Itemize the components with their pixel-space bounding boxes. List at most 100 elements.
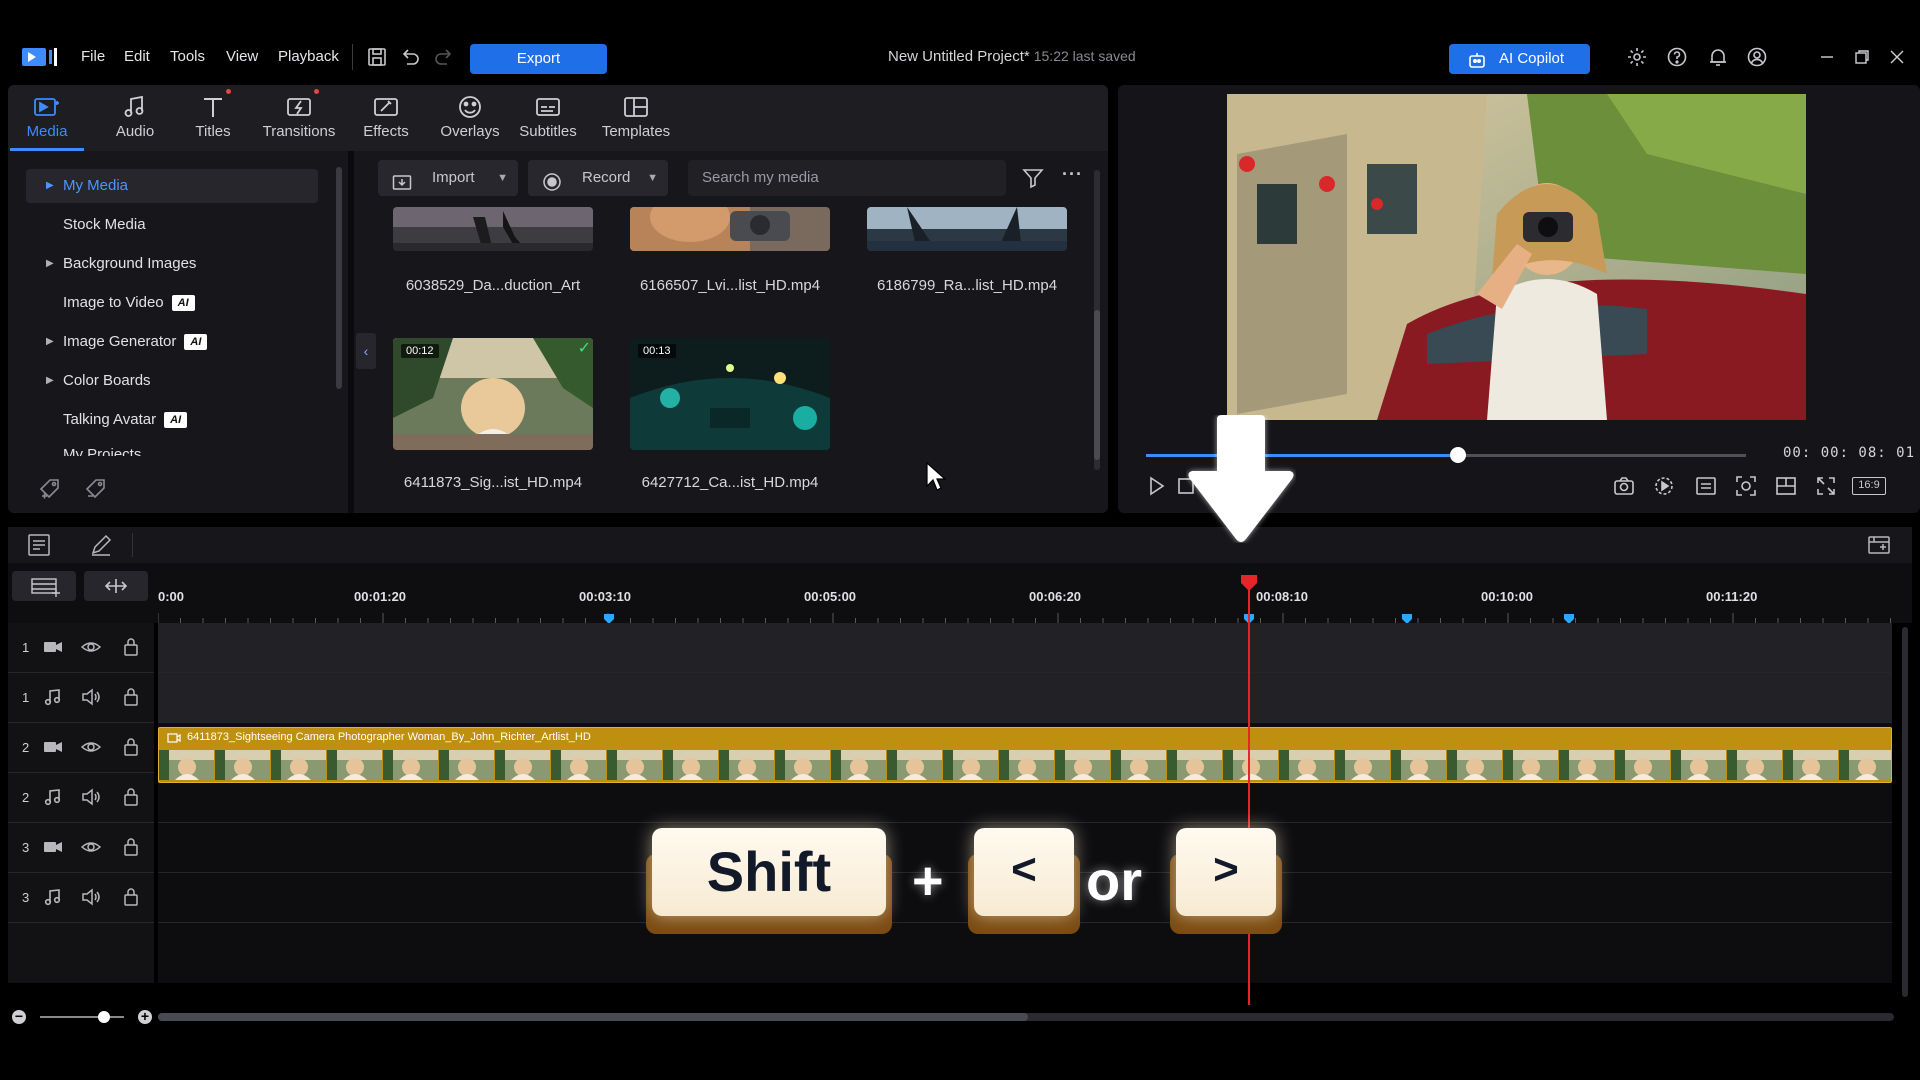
volume-speaker-icon[interactable] [80, 687, 102, 707]
tab-audio[interactable]: Audio [100, 85, 170, 151]
sidebar-item-color-boards[interactable]: ▶ Color Boards [26, 364, 318, 398]
tab-transitions[interactable]: Transitions [256, 85, 342, 151]
last-saved-text: 15:22 last saved [1033, 48, 1136, 64]
expand-arrow-icon: ▶ [46, 375, 54, 386]
tab-overlays[interactable]: Overlays [432, 85, 508, 151]
volume-speaker-icon[interactable] [80, 887, 102, 907]
tab-templates[interactable]: Templates [592, 85, 680, 151]
sidebar-item-background-images[interactable]: ▶ Background Images [26, 247, 318, 281]
media-thumbnail[interactable]: 00:13 [630, 338, 830, 450]
minimize-icon[interactable] [1818, 48, 1836, 66]
visibility-eye-icon[interactable] [80, 737, 102, 757]
close-icon[interactable] [1888, 48, 1906, 66]
sidebar-item-image-to-video[interactable]: Image to Video AI [26, 286, 318, 320]
track-number: 3 [22, 840, 30, 855]
sidebar-item-my-projects[interactable]: My Projects [26, 442, 318, 456]
notification-bell-icon[interactable] [1707, 46, 1729, 68]
scrollbar-thumb[interactable] [1094, 310, 1100, 460]
track-lock-icon[interactable] [120, 637, 142, 657]
track-lock-icon[interactable] [120, 787, 142, 807]
new-badge-dot [314, 89, 319, 94]
subtitle-toggle-icon[interactable] [1694, 474, 1718, 498]
tab-media[interactable]: Media [10, 85, 84, 151]
media-thumbnail[interactable] [393, 207, 593, 251]
media-thumbnail[interactable] [630, 207, 830, 251]
aspect-ratio-button[interactable]: 16:9 [1852, 477, 1886, 495]
scrollbar-thumb[interactable] [158, 1013, 1028, 1021]
menu-tools[interactable]: Tools [170, 48, 205, 65]
timeline-zoom-slider[interactable] [40, 1011, 124, 1023]
track-header-audio-1: 1 [8, 673, 154, 723]
tab-effects[interactable]: Effects [352, 85, 420, 151]
settings-gear-icon[interactable] [1626, 46, 1648, 68]
import-label: Import [432, 169, 475, 186]
timeline-ruler[interactable]: 0:00 00:01:20 00:03:10 00:05:00 00:06:20… [8, 563, 1912, 625]
add-track-button[interactable] [12, 571, 76, 601]
progress-handle[interactable] [1450, 447, 1466, 463]
tab-titles[interactable]: Titles [178, 85, 248, 151]
track-lock-icon[interactable] [120, 837, 142, 857]
timeline-horizontal-scrollbar[interactable] [158, 1013, 1894, 1021]
zoom-fit-icon[interactable] [1734, 474, 1758, 498]
redo-icon[interactable] [433, 46, 455, 68]
track-lane-video-1[interactable] [158, 623, 1892, 673]
zoom-out-icon[interactable]: − [12, 1009, 26, 1024]
playhead-handle-icon[interactable] [1241, 575, 1257, 591]
ruler-label: 00:11:20 [1706, 589, 1758, 604]
media-thumbnail[interactable] [867, 207, 1067, 251]
menu-view[interactable]: View [226, 48, 258, 65]
fullscreen-icon[interactable] [1814, 474, 1838, 498]
fit-timeline-button[interactable] [84, 571, 148, 601]
project-name: New Untitled Project* [888, 48, 1030, 65]
menu-edit[interactable]: Edit [124, 48, 150, 65]
search-input[interactable]: Search my media [688, 160, 1006, 196]
ai-copilot-button[interactable]: AI Copilot [1449, 44, 1590, 74]
playback-quality-icon[interactable] [1652, 474, 1676, 498]
zoom-slider-handle[interactable] [98, 1011, 110, 1023]
transitions-icon [284, 93, 314, 121]
visibility-eye-icon[interactable] [80, 637, 102, 657]
remove-tag-icon[interactable] [84, 477, 108, 501]
snapshot-camera-icon[interactable] [1612, 474, 1636, 498]
timeline-settings-icon[interactable] [1866, 532, 1892, 558]
track-lock-icon[interactable] [120, 737, 142, 757]
zoom-in-icon[interactable]: + [138, 1009, 152, 1024]
media-scrollbar[interactable] [1094, 170, 1100, 470]
save-icon[interactable] [366, 46, 388, 68]
tab-subtitles[interactable]: Subtitles [510, 85, 586, 151]
sidebar-item-image-generator[interactable]: ▶ Image Generator AI [26, 325, 318, 359]
menu-playback[interactable]: Playback [278, 48, 339, 65]
account-icon[interactable] [1746, 46, 1768, 68]
ruler-label: 00:06:20 [1029, 589, 1082, 604]
sidebar-scrollbar[interactable] [336, 167, 342, 389]
more-options-icon[interactable]: ··· [1062, 164, 1086, 188]
track-lock-icon[interactable] [120, 687, 142, 707]
media-thumbnail[interactable]: 00:12 ✓ [393, 338, 593, 450]
plus-sign: + [912, 851, 944, 911]
export-button[interactable]: Export [470, 44, 607, 74]
sidebar-item-talking-avatar[interactable]: Talking Avatar AI [26, 403, 318, 437]
split-view-icon[interactable] [1774, 474, 1798, 498]
sidebar-item-my-media[interactable]: ▶ My Media [26, 169, 318, 203]
import-button[interactable]: Import ▼ [378, 160, 518, 196]
or-text: or [1086, 849, 1142, 912]
menu-file[interactable]: File [81, 48, 105, 65]
record-button[interactable]: Record ▼ [528, 160, 668, 196]
timeline-vertical-scrollbar[interactable] [1902, 627, 1908, 997]
sidebar-item-stock-media[interactable]: Stock Media [26, 208, 318, 242]
video-clip[interactable]: 6411873_Sightseeing Camera Photographer … [158, 727, 1892, 783]
help-icon[interactable] [1666, 46, 1688, 68]
restore-icon[interactable] [1853, 48, 1871, 66]
visibility-eye-icon[interactable] [80, 837, 102, 857]
collapse-sidebar-button[interactable]: ‹ [356, 333, 376, 369]
track-lane-audio-1[interactable] [158, 673, 1892, 723]
volume-speaker-icon[interactable] [80, 787, 102, 807]
filter-icon[interactable] [1021, 166, 1045, 190]
edit-pen-icon[interactable] [88, 532, 114, 558]
add-tag-icon[interactable] [38, 477, 62, 501]
undo-icon[interactable] [399, 46, 421, 68]
track-lock-icon[interactable] [120, 887, 142, 907]
preview-video-frame[interactable] [1227, 94, 1806, 420]
media-layout-icon[interactable] [26, 532, 52, 558]
play-icon[interactable] [1144, 474, 1168, 498]
